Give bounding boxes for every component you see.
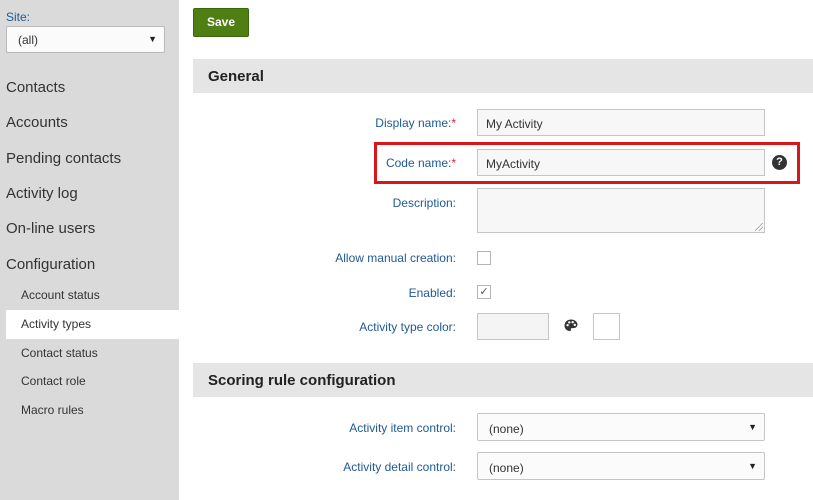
section-header-scoring: Scoring rule configuration: [193, 363, 813, 397]
site-select[interactable]: (all) ▼: [6, 26, 165, 53]
activity-item-control-select[interactable]: (none) ▼: [477, 413, 765, 441]
activity-item-control-value: (none): [489, 422, 524, 436]
sidebar-item-configuration[interactable]: Configuration: [6, 256, 95, 273]
allow-manual-creation-label: Allow manual creation:: [335, 251, 456, 265]
sidebar-item-accounts[interactable]: Accounts: [6, 114, 68, 131]
check-icon: ✓: [479, 286, 489, 298]
display-name-field[interactable]: My Activity: [477, 109, 765, 136]
palette-icon[interactable]: [563, 318, 579, 334]
app-window: Site: (all) ▼ Contacts Accounts Pending …: [0, 0, 813, 500]
code-name-label: Code name:*: [386, 156, 456, 170]
description-field[interactable]: [477, 188, 765, 233]
chevron-down-icon: ▼: [748, 422, 757, 432]
sidebar-subitem-contact-status[interactable]: Contact status: [21, 346, 98, 360]
activity-detail-control-label: Activity detail control:: [343, 460, 456, 474]
save-button[interactable]: Save: [193, 8, 249, 37]
color-hex-field[interactable]: [477, 313, 549, 340]
sidebar: Site: (all) ▼ Contacts Accounts Pending …: [0, 0, 179, 500]
activity-detail-control-value: (none): [489, 461, 524, 475]
sidebar-subitem-account-status[interactable]: Account status: [21, 288, 100, 302]
sidebar-item-contacts[interactable]: Contacts: [6, 79, 65, 96]
chevron-down-icon: ▼: [148, 34, 157, 44]
allow-manual-creation-checkbox[interactable]: [477, 251, 491, 265]
color-swatch[interactable]: [593, 313, 620, 340]
enabled-label: Enabled:: [408, 286, 456, 300]
site-label: Site:: [6, 10, 31, 24]
section-header-general: General: [193, 59, 813, 93]
sidebar-item-online-users[interactable]: On-line users: [6, 220, 95, 237]
code-name-label-text: Code name:: [385, 156, 452, 170]
activity-item-control-label: Activity item control:: [349, 421, 456, 435]
sidebar-subitem-macro-rules[interactable]: Macro rules: [21, 403, 84, 417]
description-label: Description:: [392, 196, 456, 210]
display-name-label-text: Display name:: [375, 116, 452, 130]
required-marker: *: [451, 156, 456, 170]
site-select-value: (all): [18, 33, 38, 47]
sidebar-subitem-contact-role[interactable]: Contact role: [21, 374, 86, 388]
chevron-down-icon: ▼: [748, 461, 757, 471]
display-name-label: Display name:*: [375, 116, 456, 130]
activity-type-color-label: Activity type color:: [359, 320, 456, 334]
required-marker: *: [451, 116, 456, 130]
enabled-checkbox[interactable]: ✓: [477, 285, 491, 299]
sidebar-item-pending-contacts[interactable]: Pending contacts: [6, 150, 121, 167]
sidebar-subitem-activity-types[interactable]: Activity types: [21, 317, 91, 331]
code-name-field[interactable]: MyActivity: [477, 149, 765, 176]
sidebar-item-activity-log[interactable]: Activity log: [6, 185, 78, 202]
activity-detail-control-select[interactable]: (none) ▼: [477, 452, 765, 480]
resize-grip-icon[interactable]: [755, 223, 763, 231]
help-icon[interactable]: ?: [772, 155, 787, 170]
